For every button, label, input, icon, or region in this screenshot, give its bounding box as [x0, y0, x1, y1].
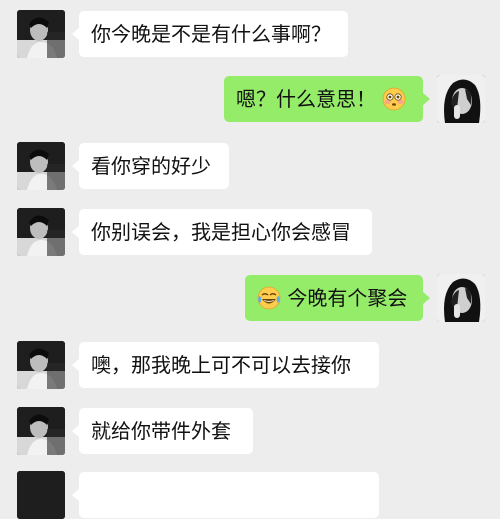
my-avatar-icon	[437, 75, 485, 123]
message-bubble-incoming-partial[interactable]	[72, 472, 379, 518]
my-avatar[interactable]	[437, 274, 485, 322]
chat-message-list[interactable]: 你今晚是不是有什么事啊？ 嗯？什么意思！ 看你穿的好少 你别误会，我是担心你会感…	[0, 0, 500, 519]
message-text: 你今晚是不是有什么事啊？	[91, 22, 331, 46]
contact-avatar-icon	[17, 407, 65, 455]
message-row-outgoing: 嗯？什么意思！	[0, 75, 500, 123]
message-text: 嗯？什么意思！	[236, 87, 376, 111]
message-bubble-outgoing[interactable]: 嗯？什么意思！	[224, 76, 430, 122]
contact-avatar-icon	[17, 471, 65, 519]
message-row-outgoing: 今晚有个聚会	[0, 274, 500, 322]
contact-avatar[interactable]	[17, 471, 65, 519]
contact-avatar[interactable]	[17, 341, 65, 389]
message-row-incoming: 看你穿的好少	[0, 142, 500, 190]
my-avatar[interactable]	[437, 75, 485, 123]
contact-avatar[interactable]	[17, 208, 65, 256]
message-row-incoming: 就给你带件外套	[0, 407, 500, 455]
message-row-incoming: 噢，那我晚上可不可以去接你	[0, 341, 500, 389]
contact-avatar[interactable]	[17, 142, 65, 190]
message-text: 就给你带件外套	[91, 419, 231, 443]
contact-avatar[interactable]	[17, 407, 65, 455]
my-avatar-icon	[437, 274, 485, 322]
contact-avatar-icon	[17, 208, 65, 256]
message-text: 噢，那我晚上可不可以去接你	[91, 353, 351, 377]
message-bubble-outgoing[interactable]: 今晚有个聚会	[245, 275, 430, 321]
message-text: 今晚有个聚会	[287, 286, 408, 310]
message-row-incoming: 你今晚是不是有什么事啊？	[0, 10, 500, 58]
contact-avatar-icon	[17, 341, 65, 389]
message-row-incoming-partial	[0, 471, 500, 519]
contact-avatar[interactable]	[17, 10, 65, 58]
contact-avatar-icon	[17, 10, 65, 58]
message-bubble-incoming[interactable]: 你今晚是不是有什么事啊？	[72, 11, 348, 57]
message-row-incoming: 你别误会，我是担心你会感冒	[0, 208, 500, 256]
message-text: 看你穿的好少	[91, 154, 211, 178]
message-bubble-incoming[interactable]: 就给你带件外套	[72, 408, 253, 454]
message-bubble-incoming[interactable]: 看你穿的好少	[72, 143, 229, 189]
contact-avatar-icon	[17, 142, 65, 190]
message-bubble-incoming[interactable]: 你别误会，我是担心你会感冒	[72, 209, 372, 255]
message-text: 你别误会，我是担心你会感冒	[91, 220, 351, 244]
flushed-face-emoji-icon	[382, 87, 406, 111]
crying-laughing-emoji-icon	[257, 286, 281, 310]
message-bubble-incoming[interactable]: 噢，那我晚上可不可以去接你	[72, 342, 379, 388]
